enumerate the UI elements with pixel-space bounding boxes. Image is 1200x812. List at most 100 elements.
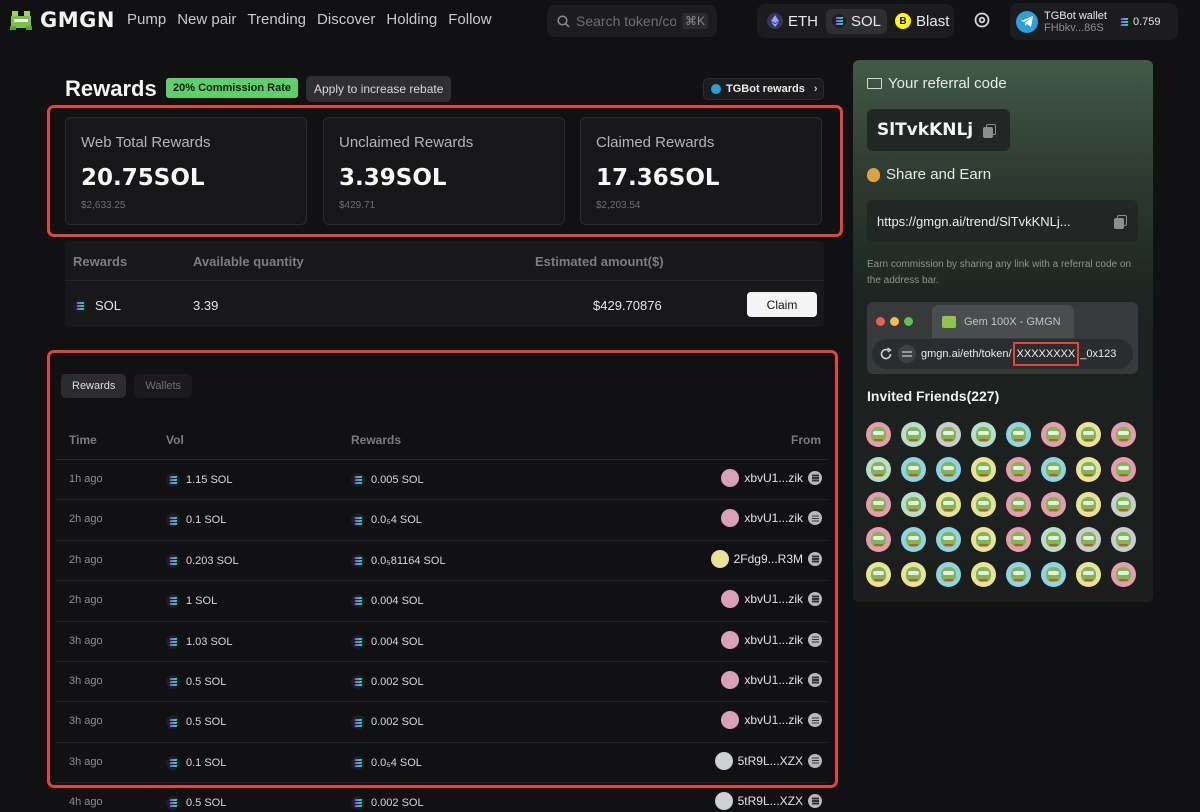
friend-avatar[interactable] bbox=[971, 492, 996, 517]
friend-avatar[interactable] bbox=[936, 492, 961, 517]
chain-blast-label: Blast bbox=[916, 12, 950, 30]
friend-avatar[interactable] bbox=[1076, 527, 1101, 552]
friend-avatar[interactable] bbox=[1041, 562, 1066, 587]
row-from[interactable]: xbvU1...zik bbox=[721, 469, 822, 487]
tab-rewards[interactable]: Rewards bbox=[61, 374, 127, 398]
friend-avatar[interactable] bbox=[1006, 562, 1031, 587]
friend-avatar[interactable] bbox=[1041, 457, 1066, 482]
wallet-avatar bbox=[714, 751, 733, 770]
friend-avatar[interactable] bbox=[1076, 422, 1101, 447]
friend-avatar[interactable] bbox=[1111, 527, 1136, 552]
friend-avatar[interactable] bbox=[1111, 457, 1136, 482]
claim-button[interactable]: Claim bbox=[747, 292, 817, 317]
friend-avatar[interactable] bbox=[1076, 562, 1101, 587]
chain-sol-label: SOL bbox=[851, 12, 882, 30]
nav-new-pair[interactable]: New pair bbox=[177, 11, 236, 28]
friend-avatar[interactable] bbox=[1006, 492, 1031, 517]
top-navigation-bar: GMGN Pump New pair Trending Discover Hol… bbox=[0, 0, 1200, 42]
main-nav: Pump New pair Trending Discover Holding … bbox=[127, 11, 492, 28]
chain-blast[interactable]: B Blast bbox=[889, 9, 955, 34]
row-from[interactable]: xbvU1...zik bbox=[721, 670, 822, 689]
tgbot-rewards-button[interactable]: TGBot rewards › bbox=[703, 78, 824, 100]
friend-avatar[interactable] bbox=[971, 457, 996, 482]
friend-avatar[interactable] bbox=[1076, 492, 1101, 517]
row-reward-value: 0.0₅81164 SOL bbox=[371, 554, 446, 567]
row-from[interactable]: 5tR9L...XZX bbox=[714, 751, 822, 770]
friend-avatar[interactable] bbox=[901, 527, 926, 552]
nav-discover[interactable]: Discover bbox=[317, 11, 375, 28]
friend-avatar[interactable] bbox=[936, 527, 961, 552]
chain-sol[interactable]: SOL bbox=[826, 8, 888, 34]
row-from-address: xbvU1...zik bbox=[744, 672, 803, 687]
friend-avatar[interactable] bbox=[1111, 562, 1136, 587]
row-reward-value: 0.0₅4 SOL bbox=[371, 514, 422, 527]
maximize-dot-icon bbox=[904, 317, 913, 326]
nav-follow[interactable]: Follow bbox=[448, 11, 491, 28]
referral-link: https://gmgn.ai/trend/SlTvkKNLj... bbox=[877, 213, 1071, 229]
solscan-link-icon[interactable] bbox=[808, 632, 822, 647]
gmgn-logo[interactable]: GMGN bbox=[8, 8, 115, 32]
copy-icon[interactable] bbox=[983, 123, 997, 138]
solscan-link-icon[interactable] bbox=[808, 592, 822, 607]
window-dots bbox=[876, 317, 913, 326]
friend-avatar[interactable] bbox=[901, 562, 926, 587]
referral-code-box[interactable]: SlTvkKNLj bbox=[867, 109, 1010, 151]
search-box[interactable]: ⌘K bbox=[547, 5, 717, 37]
friend-avatar[interactable] bbox=[936, 422, 961, 447]
row-from[interactable]: xbvU1...zik bbox=[721, 711, 822, 730]
friend-avatar[interactable] bbox=[936, 562, 961, 587]
wallet-avatar bbox=[721, 590, 740, 609]
tab-wallets[interactable]: Wallets bbox=[134, 374, 193, 398]
friend-avatar[interactable] bbox=[866, 457, 891, 482]
solana-icon bbox=[351, 634, 365, 649]
row-from[interactable]: 5tR9L...XZX bbox=[714, 792, 822, 811]
solscan-link-icon[interactable] bbox=[808, 794, 822, 809]
nav-pump[interactable]: Pump bbox=[127, 11, 166, 28]
row-reward: 0.0₅81164 SOL bbox=[351, 553, 446, 568]
friend-avatar[interactable] bbox=[1041, 492, 1066, 517]
wallet-info: TGBot wallet FHbkv...86S bbox=[1044, 10, 1107, 34]
row-from[interactable]: xbvU1...zik bbox=[721, 630, 822, 649]
friend-avatar[interactable] bbox=[971, 422, 996, 447]
copy-icon[interactable] bbox=[1114, 214, 1127, 229]
row-from[interactable]: xbvU1...zik bbox=[721, 509, 822, 528]
friend-avatar[interactable] bbox=[1041, 422, 1066, 447]
friend-avatar[interactable] bbox=[866, 527, 891, 552]
friend-avatar[interactable] bbox=[866, 422, 891, 447]
friend-avatar[interactable] bbox=[971, 562, 996, 587]
friend-avatar[interactable] bbox=[1006, 457, 1031, 482]
search-icon bbox=[557, 14, 570, 28]
friend-avatar[interactable] bbox=[1111, 422, 1136, 447]
friend-avatar[interactable] bbox=[971, 527, 996, 552]
solscan-link-icon[interactable] bbox=[808, 551, 822, 566]
solscan-link-icon[interactable] bbox=[808, 753, 822, 768]
row-time: 3h ago bbox=[69, 715, 103, 728]
friend-avatar[interactable] bbox=[936, 457, 961, 482]
apply-rebate-button[interactable]: Apply to increase rebate bbox=[306, 76, 452, 102]
friend-avatar[interactable] bbox=[901, 492, 926, 517]
friend-avatar[interactable] bbox=[866, 562, 891, 587]
solscan-link-icon[interactable] bbox=[808, 713, 822, 728]
friend-avatar[interactable] bbox=[1041, 527, 1066, 552]
friend-avatar[interactable] bbox=[1006, 422, 1031, 447]
settings-gear-icon[interactable] bbox=[972, 10, 992, 30]
friend-avatar[interactable] bbox=[1076, 457, 1101, 482]
row-from[interactable]: xbvU1...zik bbox=[721, 590, 822, 609]
solscan-link-icon[interactable] bbox=[808, 471, 822, 485]
nav-trending[interactable]: Trending bbox=[247, 11, 306, 28]
friend-avatar[interactable] bbox=[1006, 527, 1031, 552]
search-input[interactable] bbox=[576, 13, 676, 29]
friend-avatar[interactable] bbox=[901, 422, 926, 447]
solscan-link-icon[interactable] bbox=[808, 672, 822, 687]
friend-avatar[interactable] bbox=[901, 457, 926, 482]
nav-holding[interactable]: Holding bbox=[386, 11, 437, 28]
referral-link-box[interactable]: https://gmgn.ai/trend/SlTvkKNLj... bbox=[867, 200, 1138, 242]
chain-eth[interactable]: ETH bbox=[761, 9, 824, 34]
friend-avatar[interactable] bbox=[866, 492, 891, 517]
friend-avatar[interactable] bbox=[1111, 492, 1136, 517]
tgbot-wallet[interactable]: TGBot wallet FHbkv...86S 0.759 bbox=[1010, 3, 1178, 40]
header-vol: Vol bbox=[166, 433, 184, 447]
card-label: Claimed Rewards bbox=[596, 134, 715, 151]
solscan-link-icon[interactable] bbox=[808, 511, 822, 526]
row-from[interactable]: 2Fdg9...R3M bbox=[710, 549, 822, 568]
